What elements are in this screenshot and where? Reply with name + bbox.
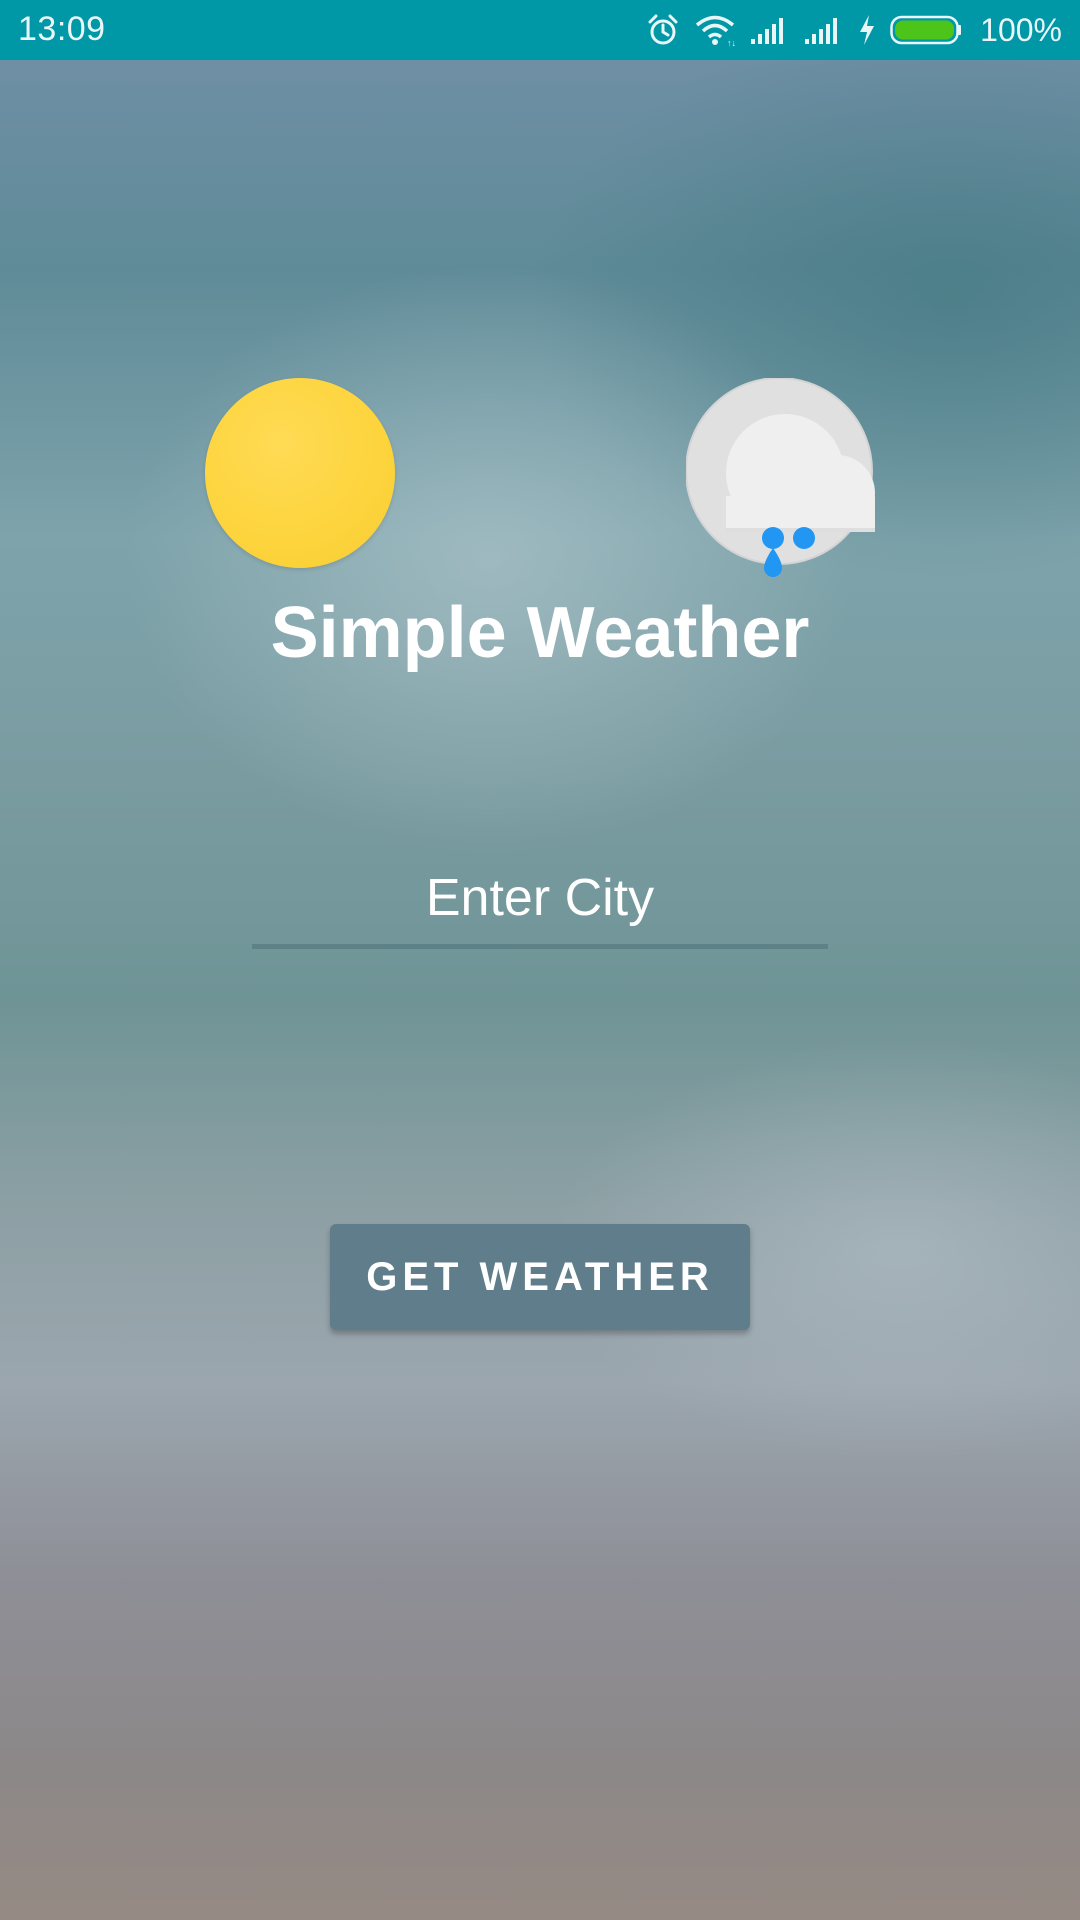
signal-icon [804, 15, 844, 45]
charging-icon [858, 14, 876, 46]
cloud-rain-icon [685, 377, 891, 583]
weather-app-screen: 13:09 ↑↓ 100% Simple Weather Enter City … [0, 0, 1080, 1920]
wifi-icon: ↑↓ [694, 13, 736, 47]
status-icons: ↑↓ 100% [646, 0, 1062, 60]
signal-icon [750, 15, 790, 45]
status-bar: 13:09 ↑↓ 100% [0, 0, 1080, 60]
app-title: Simple Weather [270, 593, 810, 673]
alarm-icon [646, 13, 680, 47]
battery-percent: 100% [980, 11, 1062, 48]
sun-icon [205, 378, 395, 568]
battery-icon [890, 15, 962, 45]
get-weather-button[interactable]: GET WEATHER [330, 1224, 750, 1330]
status-time: 13:09 [18, 10, 106, 48]
svg-text:↑↓: ↑↓ [727, 38, 736, 47]
city-input[interactable] [252, 858, 828, 949]
